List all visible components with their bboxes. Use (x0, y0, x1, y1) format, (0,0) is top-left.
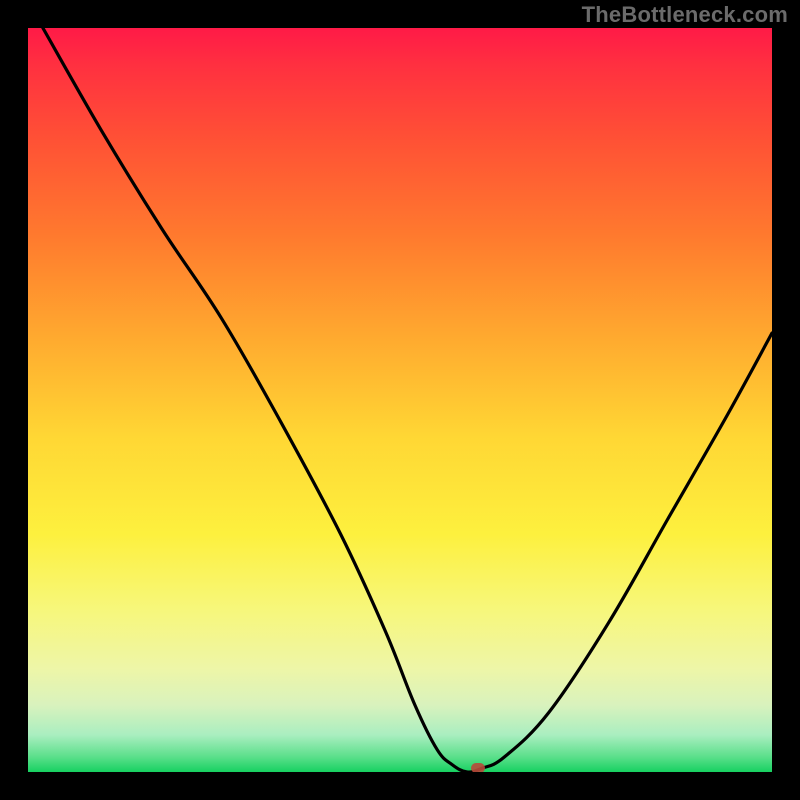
plot-area (28, 28, 772, 772)
bottleneck-curve (43, 28, 772, 772)
watermark-text: TheBottleneck.com (582, 2, 788, 28)
optimum-marker (471, 763, 485, 772)
chart-frame: TheBottleneck.com (0, 0, 800, 800)
curve-svg (28, 28, 772, 772)
